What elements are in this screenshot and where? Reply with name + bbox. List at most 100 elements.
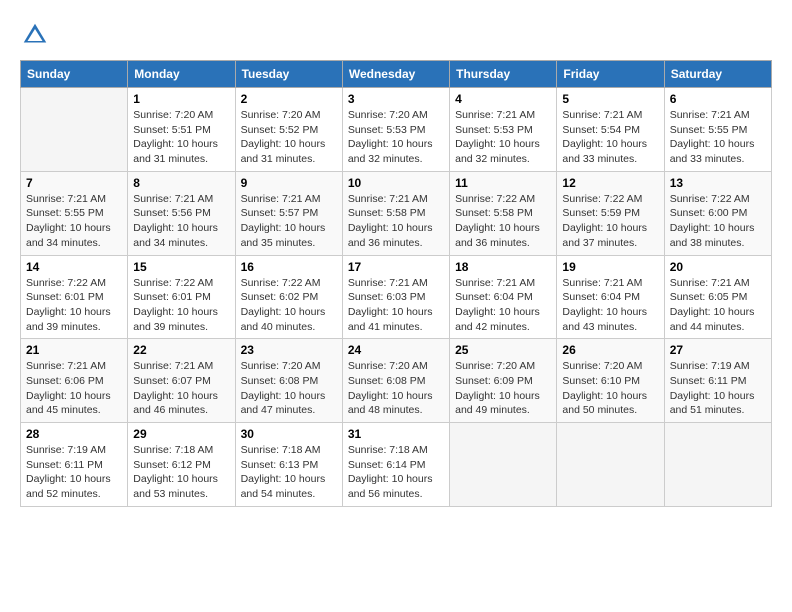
calendar-cell: 23 Sunrise: 7:20 AMSunset: 6:08 PMDayligh…: [235, 339, 342, 423]
day-number: 1: [133, 92, 229, 106]
day-number: 18: [455, 260, 551, 274]
day-info: Sunrise: 7:21 AMSunset: 6:05 PMDaylight:…: [670, 276, 766, 335]
calendar-cell: 12 Sunrise: 7:22 AMSunset: 5:59 PMDayligh…: [557, 171, 664, 255]
week-row-2: 7 Sunrise: 7:21 AMSunset: 5:55 PMDaylight…: [21, 171, 772, 255]
day-info: Sunrise: 7:21 AMSunset: 5:57 PMDaylight:…: [241, 192, 337, 251]
day-info: Sunrise: 7:21 AMSunset: 5:58 PMDaylight:…: [348, 192, 444, 251]
calendar-cell: 30 Sunrise: 7:18 AMSunset: 6:13 PMDayligh…: [235, 423, 342, 507]
day-info: Sunrise: 7:21 AMSunset: 6:03 PMDaylight:…: [348, 276, 444, 335]
day-number: 23: [241, 343, 337, 357]
day-number: 30: [241, 427, 337, 441]
week-row-4: 21 Sunrise: 7:21 AMSunset: 6:06 PMDayligh…: [21, 339, 772, 423]
day-info: Sunrise: 7:22 AMSunset: 6:02 PMDaylight:…: [241, 276, 337, 335]
header-day-wednesday: Wednesday: [342, 61, 449, 88]
day-info: Sunrise: 7:19 AMSunset: 6:11 PMDaylight:…: [26, 443, 122, 502]
logo: [20, 20, 52, 50]
calendar-cell: 29Sunrise: 7:18 AMSunset: 6:12 PMDayligh…: [128, 423, 235, 507]
day-info: Sunrise: 7:21 AMSunset: 5:55 PMDaylight:…: [26, 192, 122, 251]
day-number: 6: [670, 92, 766, 106]
week-row-3: 14 Sunrise: 7:22 AMSunset: 6:01 PMDayligh…: [21, 255, 772, 339]
calendar-table: SundayMondayTuesdayWednesdayThursdayFrid…: [20, 60, 772, 507]
calendar-cell: 24Sunrise: 7:20 AMSunset: 6:08 PMDayligh…: [342, 339, 449, 423]
calendar-cell: [664, 423, 771, 507]
day-number: 14: [26, 260, 122, 274]
calendar-header-row: SundayMondayTuesdayWednesdayThursdayFrid…: [21, 61, 772, 88]
day-info: Sunrise: 7:18 AMSunset: 6:12 PMDaylight:…: [133, 443, 229, 502]
day-info: Sunrise: 7:21 AMSunset: 6:06 PMDaylight:…: [26, 359, 122, 418]
calendar-cell: 6Sunrise: 7:21 AMSunset: 5:55 PMDaylight…: [664, 88, 771, 172]
day-number: 28: [26, 427, 122, 441]
day-info: Sunrise: 7:22 AMSunset: 5:58 PMDaylight:…: [455, 192, 551, 251]
day-number: 31: [348, 427, 444, 441]
calendar-cell: 10 Sunrise: 7:21 AMSunset: 5:58 PMDayligh…: [342, 171, 449, 255]
day-info: Sunrise: 7:20 AMSunset: 6:10 PMDaylight:…: [562, 359, 658, 418]
calendar-cell: 8Sunrise: 7:21 AMSunset: 5:56 PMDaylight…: [128, 171, 235, 255]
calendar-cell: 11 Sunrise: 7:22 AMSunset: 5:58 PMDayligh…: [450, 171, 557, 255]
logo-icon: [20, 20, 50, 50]
day-number: 17: [348, 260, 444, 274]
day-number: 12: [562, 176, 658, 190]
day-number: 5: [562, 92, 658, 106]
calendar-cell: 1Sunrise: 7:20 AMSunset: 5:51 PMDaylight…: [128, 88, 235, 172]
day-info: Sunrise: 7:21 AMSunset: 5:56 PMDaylight:…: [133, 192, 229, 251]
calendar-cell: 2 Sunrise: 7:20 AMSunset: 5:52 PMDaylight…: [235, 88, 342, 172]
week-row-5: 28 Sunrise: 7:19 AMSunset: 6:11 PMDayligh…: [21, 423, 772, 507]
calendar-cell: 15 Sunrise: 7:22 AMSunset: 6:01 PMDayligh…: [128, 255, 235, 339]
day-number: 19: [562, 260, 658, 274]
calendar-cell: [450, 423, 557, 507]
calendar-cell: 14 Sunrise: 7:22 AMSunset: 6:01 PMDayligh…: [21, 255, 128, 339]
day-number: 21: [26, 343, 122, 357]
calendar-cell: 7 Sunrise: 7:21 AMSunset: 5:55 PMDaylight…: [21, 171, 128, 255]
day-info: Sunrise: 7:20 AMSunset: 5:53 PMDaylight:…: [348, 108, 444, 167]
calendar-cell: 9 Sunrise: 7:21 AMSunset: 5:57 PMDaylight…: [235, 171, 342, 255]
calendar-cell: 17 Sunrise: 7:21 AMSunset: 6:03 PMDayligh…: [342, 255, 449, 339]
day-number: 25: [455, 343, 551, 357]
day-info: Sunrise: 7:22 AMSunset: 6:00 PMDaylight:…: [670, 192, 766, 251]
day-number: 26: [562, 343, 658, 357]
day-number: 10: [348, 176, 444, 190]
calendar-cell: 18 Sunrise: 7:21 AMSunset: 6:04 PMDayligh…: [450, 255, 557, 339]
day-info: Sunrise: 7:20 AMSunset: 6:08 PMDaylight:…: [241, 359, 337, 418]
header-day-friday: Friday: [557, 61, 664, 88]
header-day-tuesday: Tuesday: [235, 61, 342, 88]
day-number: 24: [348, 343, 444, 357]
day-number: 2: [241, 92, 337, 106]
day-number: 3: [348, 92, 444, 106]
header-day-saturday: Saturday: [664, 61, 771, 88]
calendar-cell: [557, 423, 664, 507]
week-row-1: 1Sunrise: 7:20 AMSunset: 5:51 PMDaylight…: [21, 88, 772, 172]
calendar-cell: 20 Sunrise: 7:21 AMSunset: 6:05 PMDayligh…: [664, 255, 771, 339]
day-number: 11: [455, 176, 551, 190]
header-day-sunday: Sunday: [21, 61, 128, 88]
calendar-cell: 21 Sunrise: 7:21 AMSunset: 6:06 PMDayligh…: [21, 339, 128, 423]
day-info: Sunrise: 7:22 AMSunset: 6:01 PMDaylight:…: [26, 276, 122, 335]
day-number: 22: [133, 343, 229, 357]
day-number: 4: [455, 92, 551, 106]
day-info: Sunrise: 7:21 AMSunset: 5:54 PMDaylight:…: [562, 108, 658, 167]
day-number: 20: [670, 260, 766, 274]
day-number: 13: [670, 176, 766, 190]
calendar-cell: 25 Sunrise: 7:20 AMSunset: 6:09 PMDayligh…: [450, 339, 557, 423]
calendar-cell: 27Sunrise: 7:19 AMSunset: 6:11 PMDayligh…: [664, 339, 771, 423]
day-number: 15: [133, 260, 229, 274]
day-info: Sunrise: 7:21 AMSunset: 6:04 PMDaylight:…: [455, 276, 551, 335]
day-info: Sunrise: 7:21 AMSunset: 6:07 PMDaylight:…: [133, 359, 229, 418]
day-info: Sunrise: 7:22 AMSunset: 6:01 PMDaylight:…: [133, 276, 229, 335]
day-info: Sunrise: 7:21 AMSunset: 5:53 PMDaylight:…: [455, 108, 551, 167]
calendar-cell: 26 Sunrise: 7:20 AMSunset: 6:10 PMDayligh…: [557, 339, 664, 423]
day-info: Sunrise: 7:18 AMSunset: 6:14 PMDaylight:…: [348, 443, 444, 502]
day-info: Sunrise: 7:18 AMSunset: 6:13 PMDaylight:…: [241, 443, 337, 502]
calendar-cell: 28 Sunrise: 7:19 AMSunset: 6:11 PMDayligh…: [21, 423, 128, 507]
header: [20, 20, 772, 50]
calendar-cell: 4 Sunrise: 7:21 AMSunset: 5:53 PMDaylight…: [450, 88, 557, 172]
day-info: Sunrise: 7:22 AMSunset: 5:59 PMDaylight:…: [562, 192, 658, 251]
day-info: Sunrise: 7:20 AMSunset: 6:09 PMDaylight:…: [455, 359, 551, 418]
day-info: Sunrise: 7:20 AMSunset: 5:52 PMDaylight:…: [241, 108, 337, 167]
header-day-monday: Monday: [128, 61, 235, 88]
day-number: 16: [241, 260, 337, 274]
day-number: 27: [670, 343, 766, 357]
day-number: 7: [26, 176, 122, 190]
day-number: 9: [241, 176, 337, 190]
day-info: Sunrise: 7:21 AMSunset: 6:04 PMDaylight:…: [562, 276, 658, 335]
calendar-cell: 22 Sunrise: 7:21 AMSunset: 6:07 PMDayligh…: [128, 339, 235, 423]
